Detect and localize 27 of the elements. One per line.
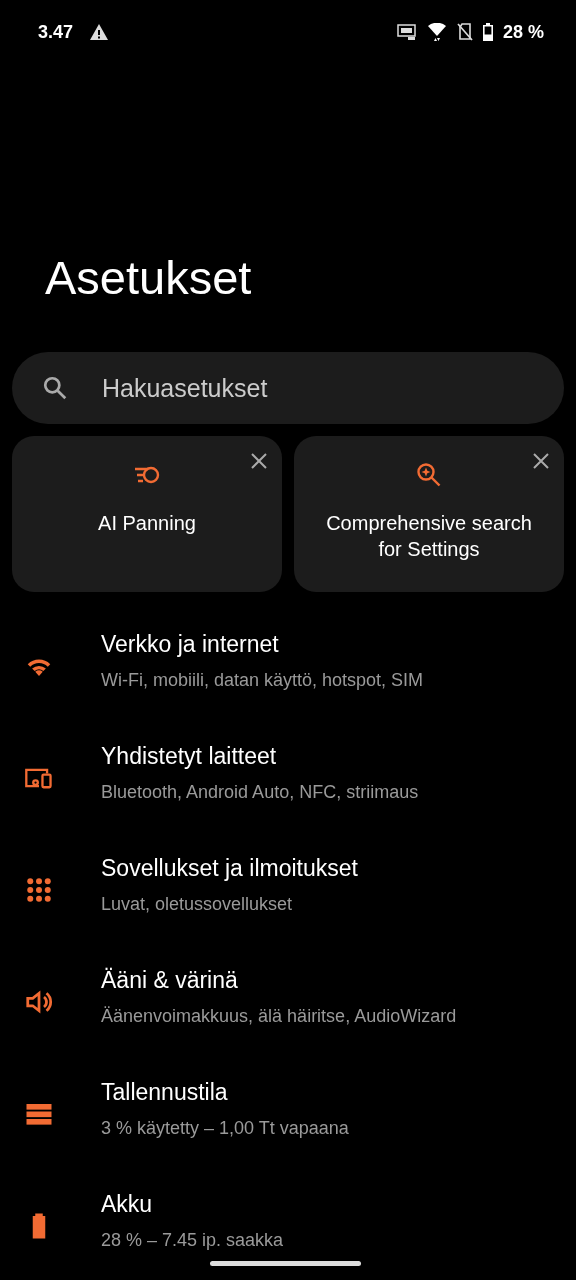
wifi-icon xyxy=(426,23,447,41)
setting-summary: Bluetooth, Android Auto, NFC, striimaus xyxy=(101,782,419,803)
setting-summary: 28 % – 7.45 ip. saakka xyxy=(101,1230,284,1251)
battery-percentage: 28 % xyxy=(502,21,544,43)
setting-summary: 3 % käytetty – 1,00 Tt vapaana xyxy=(101,1118,349,1139)
clock: 3.47 xyxy=(38,21,74,43)
setting-title[interactable]: Verkko ja internet xyxy=(101,631,424,658)
suggestion-label: Comprehensive search for Settings xyxy=(325,511,533,562)
setting-summary: Luvat, oletussovellukset xyxy=(101,894,294,915)
setting-title[interactable]: Sovellukset ja ilmoitukset xyxy=(101,855,358,882)
page-title: Asetukset xyxy=(45,250,252,306)
suggestion-label: AI Panning xyxy=(97,511,197,536)
suggestion-card[interactable]: Comprehensive search for Settings xyxy=(294,436,564,592)
warning-icon xyxy=(89,23,110,41)
setting-title[interactable]: Tallennustila xyxy=(101,1079,349,1106)
search-icon xyxy=(42,375,68,401)
no-sim-icon xyxy=(456,23,473,41)
setting-title[interactable]: Yhdistetyt laitteet xyxy=(101,743,419,770)
setting-title[interactable]: Akku xyxy=(101,1191,284,1218)
suggestion-card[interactable]: AI Panning xyxy=(12,436,282,592)
setting-title[interactable]: Ääni & värinä xyxy=(101,967,457,994)
setting-summary: Wi-Fi, mobiili, datan käyttö, hotspot, SIM xyxy=(101,670,424,691)
setting-summary: Äänenvoimakkuus, älä häiritse, AudioWizard xyxy=(101,1006,457,1027)
close-icon[interactable] xyxy=(250,452,268,470)
search-field[interactable]: Hakuasetukset xyxy=(12,352,564,424)
close-icon[interactable] xyxy=(532,452,550,470)
battery-icon xyxy=(482,23,493,41)
